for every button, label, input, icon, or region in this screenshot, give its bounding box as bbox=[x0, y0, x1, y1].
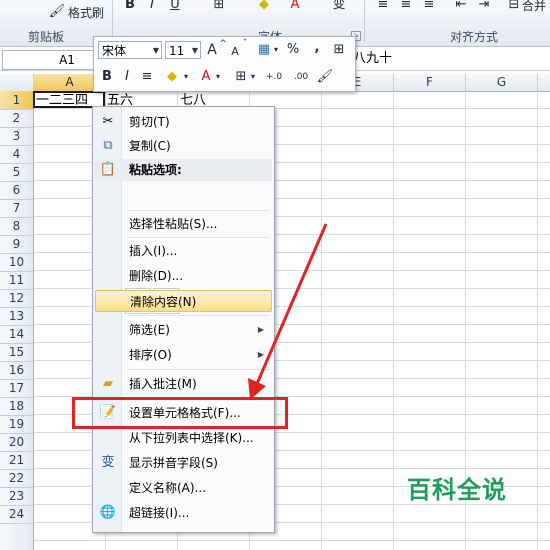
watermark-subtitle: 助你轻松解决 bbox=[414, 506, 499, 521]
watermark-title: 百科全说 bbox=[407, 476, 507, 504]
watermark: 百科全说 助你轻松解决 bbox=[392, 466, 522, 526]
arrow-shaft bbox=[254, 223, 328, 387]
